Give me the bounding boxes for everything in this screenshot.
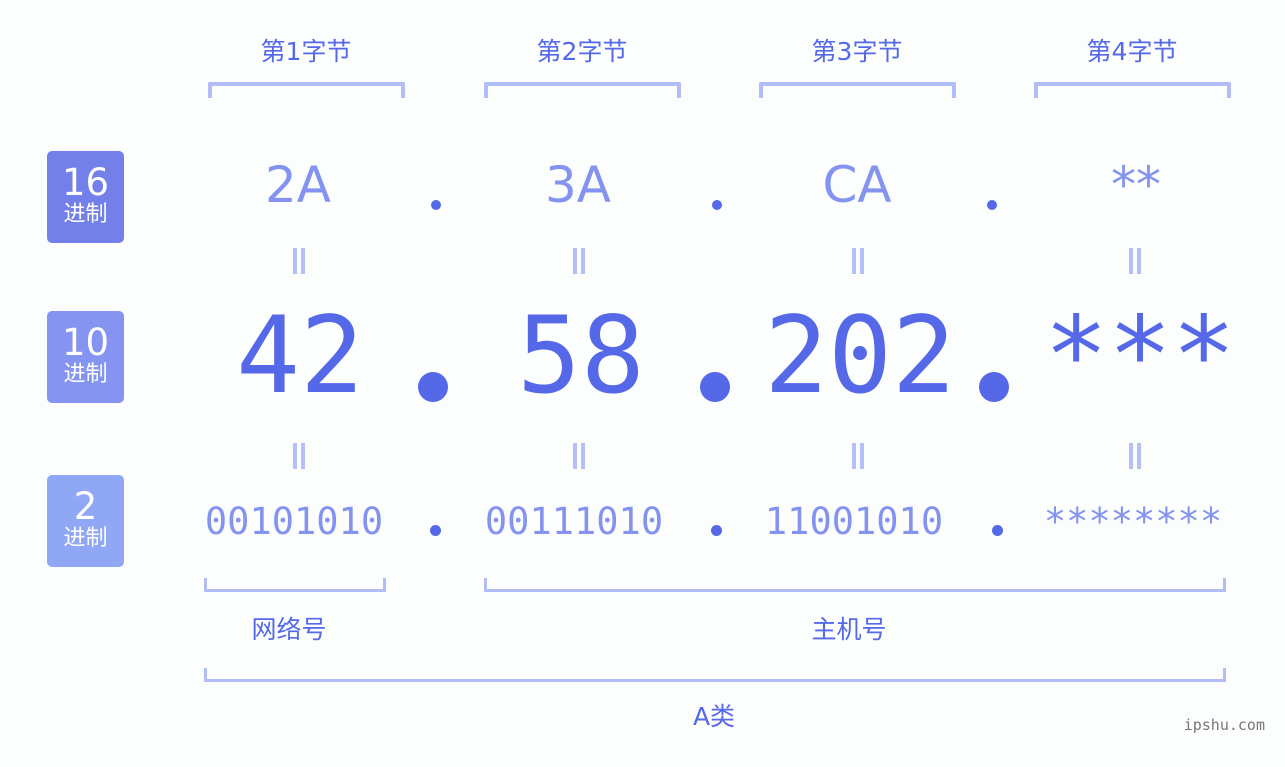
column-title-byte-1: 第1字节	[260, 37, 352, 66]
host-bracket	[484, 578, 1226, 592]
host-label: 主机号	[811, 615, 887, 644]
dec-badge-number: 10	[61, 321, 110, 364]
column-title-byte-3: 第3字节	[811, 37, 903, 66]
equals-icon	[852, 443, 864, 469]
bin-separator-dot	[992, 525, 1003, 536]
bin-separator-dot	[430, 525, 441, 536]
hex-byte-2: 3A	[544, 156, 611, 214]
byte-1-bracket	[208, 82, 405, 98]
dec-badge-label: 进制	[63, 362, 108, 387]
equals-icon	[1129, 248, 1141, 274]
hex-badge-label: 进制	[63, 202, 108, 227]
hex-byte-3: CA	[822, 156, 892, 214]
hex-separator-dot	[987, 200, 997, 210]
dec-separator-dot	[700, 372, 730, 402]
bin-badge-number: 2	[73, 485, 98, 528]
dec-byte-3: 202	[764, 294, 956, 417]
hex-separator-dot	[712, 200, 722, 210]
hex-badge: 16 进制	[47, 151, 124, 243]
equals-icon	[573, 443, 585, 469]
hex-byte-1: 2A	[264, 156, 331, 214]
hex-badge-number: 16	[61, 161, 110, 204]
bin-byte-4: ********	[1043, 500, 1223, 543]
hex-separator-dot	[431, 200, 441, 210]
equals-icon	[852, 248, 864, 274]
byte-2-bracket	[484, 82, 681, 98]
bin-badge: 2 进制	[47, 475, 124, 567]
dec-byte-2: 58	[517, 294, 645, 417]
bin-separator-dot	[711, 525, 722, 536]
column-title-byte-4: 第4字节	[1086, 37, 1178, 66]
equals-icon	[1129, 443, 1141, 469]
bin-badge-label: 进制	[63, 526, 108, 551]
dec-byte-1: 42	[236, 294, 364, 417]
class-label: A类	[692, 702, 736, 731]
dec-badge: 10 进制	[47, 311, 124, 403]
class-bracket	[204, 668, 1226, 682]
watermark: ipshu.com	[1183, 716, 1265, 734]
network-bracket	[204, 578, 386, 592]
byte-4-bracket	[1034, 82, 1231, 98]
equals-icon	[293, 443, 305, 469]
bin-byte-1: 00101010	[204, 500, 384, 543]
hex-byte-4: **	[1111, 156, 1161, 214]
column-title-byte-2: 第2字节	[536, 37, 628, 66]
dec-byte-4: ***	[1044, 294, 1236, 417]
bin-byte-3: 11001010	[764, 500, 944, 543]
equals-icon	[293, 248, 305, 274]
dec-separator-dot	[979, 372, 1009, 402]
network-label: 网络号	[251, 615, 327, 644]
equals-icon	[573, 248, 585, 274]
byte-3-bracket	[759, 82, 956, 98]
bin-byte-2: 00111010	[484, 500, 664, 543]
dec-separator-dot	[418, 372, 448, 402]
